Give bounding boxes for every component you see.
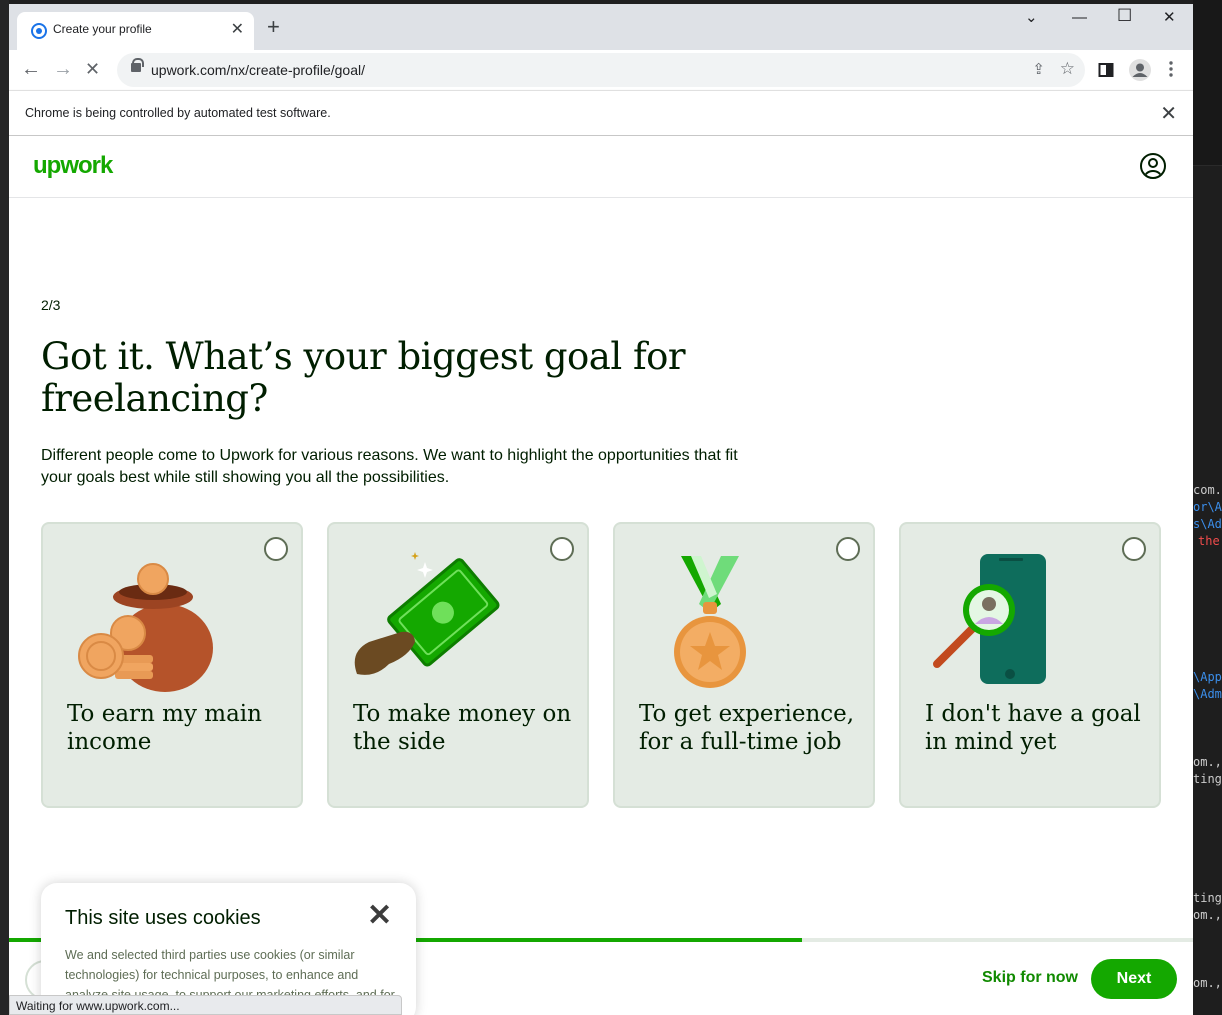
window-close-icon[interactable]: ✕ [1163,10,1176,26]
forward-icon[interactable]: → [53,58,73,80]
infobar-message: Chrome is being controlled by automated … [25,106,331,120]
goal-label: To earn my main income [67,701,262,755]
maximize-icon[interactable]: ☐ [1117,7,1132,24]
terminal-panel [1193,165,1222,395]
goal-option-side-money[interactable]: To make money on the side [327,522,589,808]
tab-create-profile[interactable]: Create your profile ✕ [17,12,254,50]
terminal-line: the [1198,534,1220,548]
terminal-line: om., [1193,755,1222,769]
money-bag-icon [78,563,213,692]
new-tab-icon[interactable]: + [267,16,280,38]
cookie-title: This site uses cookies [65,907,261,929]
page-title: Got it. What’s your biggest goal for fre… [41,335,686,420]
desktop-left-strip [0,0,9,1015]
site-header: upwork [9,136,1193,198]
terminal-panel [1193,0,1222,165]
goal-label: To make money on the side [353,701,572,755]
terminal-line: ting [1193,891,1222,905]
terminal-line: om., [1193,976,1222,990]
goal-radio[interactable] [1122,537,1146,561]
infobar-close-icon[interactable]: ✕ [1160,101,1177,126]
tab-close-icon[interactable]: ✕ [231,21,244,39]
tab-title: Create your profile [53,22,152,36]
share-icon[interactable]: ⇪ [1032,60,1045,78]
browser-window: Create your profile ✕ + ⌄ — ☐ ✕ ← → ✕ up… [9,4,1193,1015]
goal-option-no-goal[interactable]: I don't have a goal in mind yet [899,522,1161,808]
minimize-icon[interactable]: — [1072,10,1087,26]
tab-strip: Create your profile ✕ + ⌄ — ☐ ✕ [9,4,1193,50]
automation-infobar: Chrome is being controlled by automated … [9,90,1193,136]
goal-label: I don't have a goal in mind yet [925,701,1141,755]
step-indicator: 2/3 [41,297,61,313]
terminal-line: com., [1193,483,1222,497]
terminal-line: ting [1193,772,1222,786]
goal-option-experience[interactable]: To get experience, for a full-time job [613,522,875,808]
status-bubble: Waiting for www.upwork.com... [9,995,402,1015]
lock-icon[interactable] [131,58,144,72]
terminal-line: \App [1193,670,1222,684]
user-account-icon[interactable] [1140,153,1166,179]
url-text: upwork.com/nx/create-profile/goal/ [151,62,365,78]
goal-option-main-income[interactable]: To earn my main income [41,522,303,808]
skip-button[interactable]: Skip for now [982,969,1078,987]
back-icon[interactable]: ← [21,58,41,80]
cash-in-hand-icon [354,552,500,675]
goal-radio[interactable] [264,537,288,561]
goal-radio[interactable] [550,537,574,561]
next-button[interactable]: Next [1091,959,1177,999]
bookmark-star-icon[interactable]: ☆ [1060,59,1075,79]
tab-search-icon[interactable]: ⌄ [1025,10,1038,26]
side-panel-icon[interactable] [1098,62,1114,83]
page-content: upwork 2/3 Got it. What’s your biggest g… [9,136,1193,1015]
terminal-line: or\Ap [1193,500,1222,514]
upwork-favicon-icon [31,23,47,39]
phone-search-icon [933,554,1046,684]
medal-icon [674,556,746,688]
address-bar[interactable]: upwork.com/nx/create-profile/goal/ ⇪ ☆ [117,53,1085,87]
terminal-line: s\Adm [1193,517,1222,531]
goal-radio[interactable] [836,537,860,561]
stop-loading-icon[interactable]: ✕ [85,58,100,80]
page-description: Different people come to Upwork for vari… [41,447,738,486]
terminal-line: \Adm [1193,687,1222,701]
terminal-background: com., or\Ap s\Adm the \App \Adm om., tin… [1193,0,1222,1015]
upwork-logo[interactable]: upwork [33,152,113,180]
terminal-line: om., [1193,908,1222,922]
browser-toolbar: ← → ✕ upwork.com/nx/create-profile/goal/… [9,50,1193,90]
goal-label: To get experience, for a full-time job [639,701,855,755]
menu-kebab-icon[interactable] [1169,61,1173,82]
profile-avatar-icon[interactable] [1129,59,1151,86]
cookie-close-icon[interactable]: ✕ [367,901,392,931]
